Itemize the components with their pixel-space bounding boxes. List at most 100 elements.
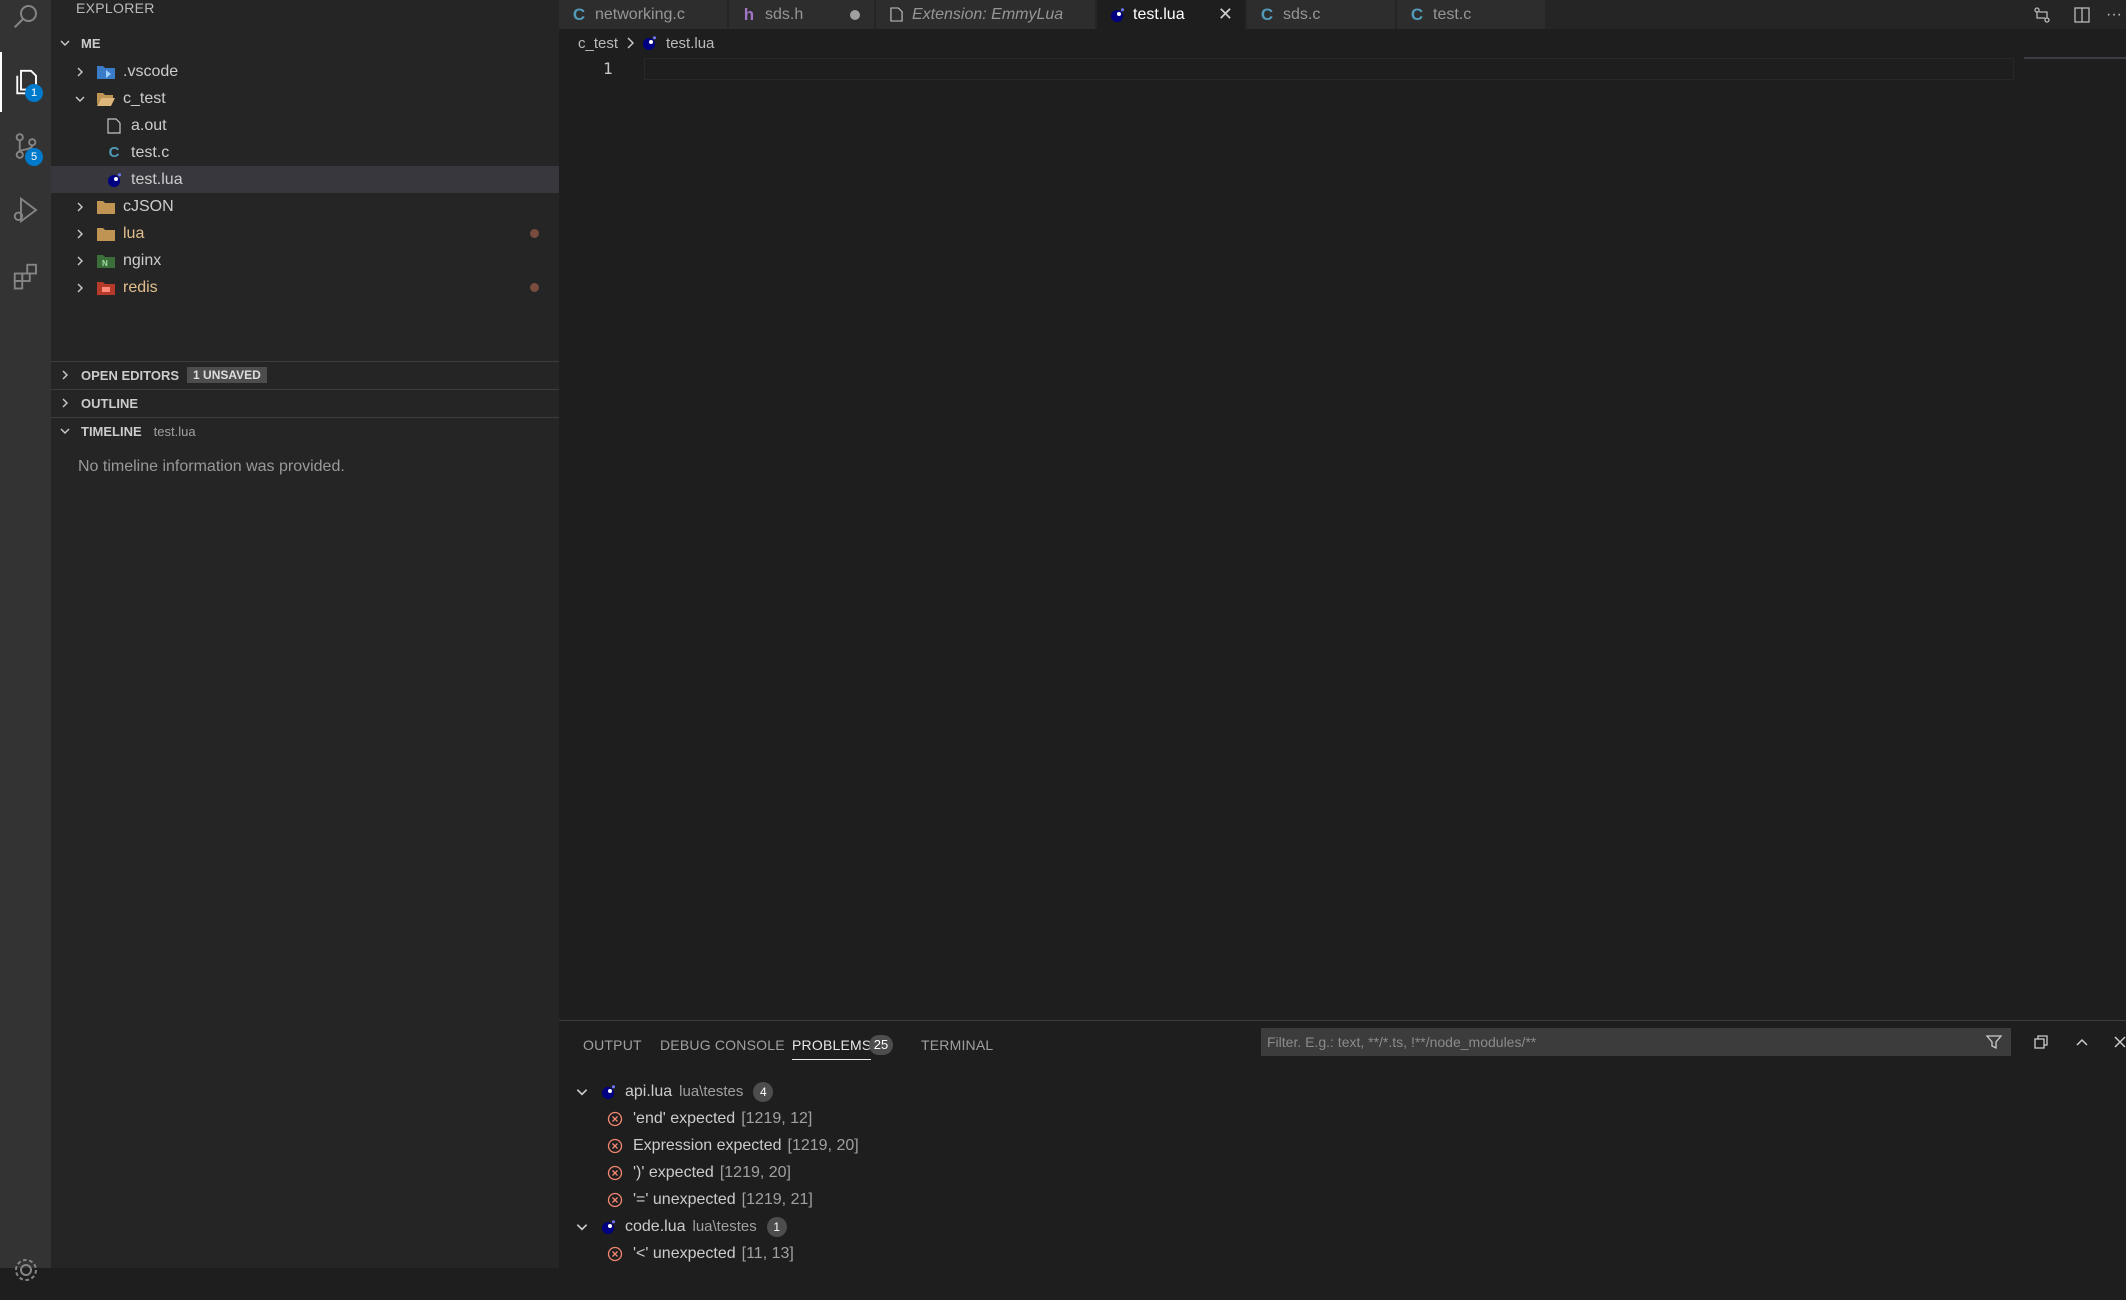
- problem-location: [1219, 21]: [741, 1190, 813, 1208]
- explorer-badge: 1: [25, 84, 43, 102]
- chevron-right-icon: [62, 370, 68, 380]
- problems-filter: [1261, 1028, 2011, 1056]
- problem-item[interactable]: Expression expected [1219, 20]: [607, 1132, 859, 1159]
- modified-dot: [530, 229, 539, 238]
- tree-item-test-lua[interactable]: test.lua: [51, 166, 559, 193]
- chevron-down-icon: [75, 96, 85, 102]
- workspace-root-label: ME: [81, 35, 101, 51]
- problem-item[interactable]: '<' unexpected [11, 13]: [607, 1240, 794, 1267]
- activity-bar: 1 5: [0, 0, 51, 1281]
- c-file-icon: C: [1410, 4, 1424, 24]
- split-editor-icon[interactable]: [2062, 6, 2102, 24]
- chevron-down-icon: [576, 1223, 588, 1230]
- problem-file-row[interactable]: api.lua lua\testes 4: [575, 1078, 774, 1105]
- problem-message: '<' unexpected: [633, 1244, 736, 1262]
- h-file-icon: h: [743, 4, 755, 24]
- problem-count-badge: 1: [766, 1216, 787, 1237]
- breadcrumb-file[interactable]: test.lua: [666, 35, 714, 52]
- problem-location: [11, 13]: [741, 1244, 794, 1262]
- explorer-activity-icon[interactable]: 1: [0, 52, 51, 112]
- chevron-right-icon: [627, 37, 635, 49]
- tree-item-nginx[interactable]: N nginx: [51, 247, 559, 274]
- c-file-icon: C: [572, 4, 586, 24]
- tree-item-c_test[interactable]: c_test: [51, 85, 559, 112]
- problem-item[interactable]: ')' expected [1219, 20]: [607, 1159, 791, 1186]
- tree-item-cjson[interactable]: cJSON: [51, 193, 559, 220]
- source-control-activity-icon[interactable]: 5: [0, 116, 51, 176]
- current-line-highlight: [644, 58, 2014, 80]
- tab-terminal[interactable]: TERMINAL: [921, 1037, 993, 1053]
- problem-file-row[interactable]: code.lua lua\testes 1: [575, 1213, 787, 1240]
- workspace-root-header[interactable]: ME: [51, 30, 559, 56]
- editor-tab-bar: C networking.c h sds.h Extension: EmmyLu…: [559, 0, 2126, 29]
- close-panel-icon[interactable]: [2109, 1031, 2126, 1053]
- more-actions-icon[interactable]: ···: [2102, 6, 2126, 24]
- filter-icon[interactable]: [1977, 1033, 2011, 1051]
- problem-message: Expression expected: [633, 1136, 782, 1154]
- unsaved-dot-icon[interactable]: [850, 9, 860, 20]
- timeline-label: TIMELINE: [81, 423, 142, 439]
- tree-item-lua[interactable]: lua: [51, 220, 559, 247]
- chevron-down-icon: [576, 1088, 588, 1095]
- tab-problems[interactable]: PROBLEMS: [792, 1037, 872, 1060]
- extensions-activity-icon[interactable]: [0, 246, 51, 306]
- tab-extension-emmylua[interactable]: Extension: EmmyLua: [876, 0, 1095, 29]
- chevron-right-icon: [77, 202, 83, 211]
- open-editors-label: OPEN EDITORS: [81, 367, 180, 383]
- tree-item-label: a.out: [131, 116, 167, 134]
- tab-label: sds.h: [765, 5, 804, 23]
- outline-header[interactable]: OUTLINE: [51, 390, 559, 416]
- folder-icon: [97, 225, 115, 243]
- problem-file-name: code.lua: [625, 1217, 686, 1235]
- tab-debug-console[interactable]: DEBUG CONSOLE: [660, 1037, 785, 1053]
- collapse-all-icon[interactable]: [2030, 1031, 2052, 1053]
- search-activity-icon[interactable]: [0, 0, 51, 46]
- problem-location: [1219, 20]: [719, 1163, 791, 1181]
- tree-item-vscode[interactable]: .vscode: [51, 58, 559, 85]
- open-editors-header[interactable]: OPEN EDITORS 1 UNSAVED: [51, 362, 559, 388]
- open-changes-icon[interactable]: [2022, 6, 2062, 24]
- code-editor[interactable]: 1: [559, 57, 2126, 1020]
- error-icon: [607, 1111, 623, 1126]
- problem-item[interactable]: '=' unexpected [1219, 21]: [607, 1186, 813, 1213]
- nginx-folder-icon: N: [97, 252, 115, 270]
- explorer-sidebar: EXPLORER ME .vscode c_test a.out C test.…: [51, 0, 559, 1268]
- error-icon: [607, 1246, 623, 1261]
- maximize-panel-icon[interactable]: [2071, 1031, 2093, 1053]
- close-icon[interactable]: ✕: [1218, 4, 1233, 25]
- redis-folder-icon: [97, 279, 115, 297]
- timeline-header[interactable]: TIMELINE test.lua: [51, 418, 559, 444]
- tree-item-label: redis: [123, 278, 158, 296]
- problem-item[interactable]: 'end' expected [1219, 12]: [607, 1105, 812, 1132]
- tab-test-lua[interactable]: test.lua ✕: [1097, 0, 1245, 29]
- minimap-slider[interactable]: [2024, 57, 2126, 59]
- problems-filter-input[interactable]: [1261, 1028, 1977, 1056]
- breadcrumb-folder[interactable]: c_test: [578, 35, 618, 52]
- tree-item-label: .vscode: [123, 62, 179, 80]
- lua-file-icon: [643, 36, 657, 50]
- error-icon: [607, 1138, 623, 1153]
- tree-item-label: c_test: [123, 89, 166, 107]
- svg-text:N: N: [102, 259, 108, 268]
- tree-item-test-c[interactable]: C test.c: [51, 139, 559, 166]
- breadcrumb: c_test test.lua: [578, 32, 714, 54]
- unsaved-badge: 1 UNSAVED: [187, 367, 267, 383]
- lua-file-icon: [1109, 7, 1125, 23]
- tree-item-redis[interactable]: redis: [51, 274, 559, 301]
- run-debug-activity-icon[interactable]: [0, 180, 51, 240]
- problem-location: [1219, 20]: [787, 1136, 859, 1154]
- tree-item-a-out[interactable]: a.out: [51, 112, 559, 139]
- sidebar-title: EXPLORER: [76, 0, 155, 16]
- problem-location: [1219, 12]: [741, 1109, 813, 1127]
- problem-file-path: lua\testes: [692, 1218, 757, 1235]
- file-icon: [888, 7, 904, 23]
- tab-output[interactable]: OUTPUT: [583, 1037, 642, 1053]
- bottom-panel: OUTPUT DEBUG CONSOLE PROBLEMS 25 TERMINA…: [559, 1020, 2126, 1269]
- tab-sds-c[interactable]: C sds.c: [1247, 0, 1395, 29]
- tab-sds-h[interactable]: h sds.h: [729, 0, 874, 29]
- tab-networking-c[interactable]: C networking.c: [559, 0, 727, 29]
- settings-gear-icon[interactable]: [0, 1240, 51, 1300]
- tab-test-c[interactable]: C test.c: [1397, 0, 1545, 29]
- open-folder-icon: [97, 90, 115, 108]
- lua-file-icon: [602, 1219, 615, 1234]
